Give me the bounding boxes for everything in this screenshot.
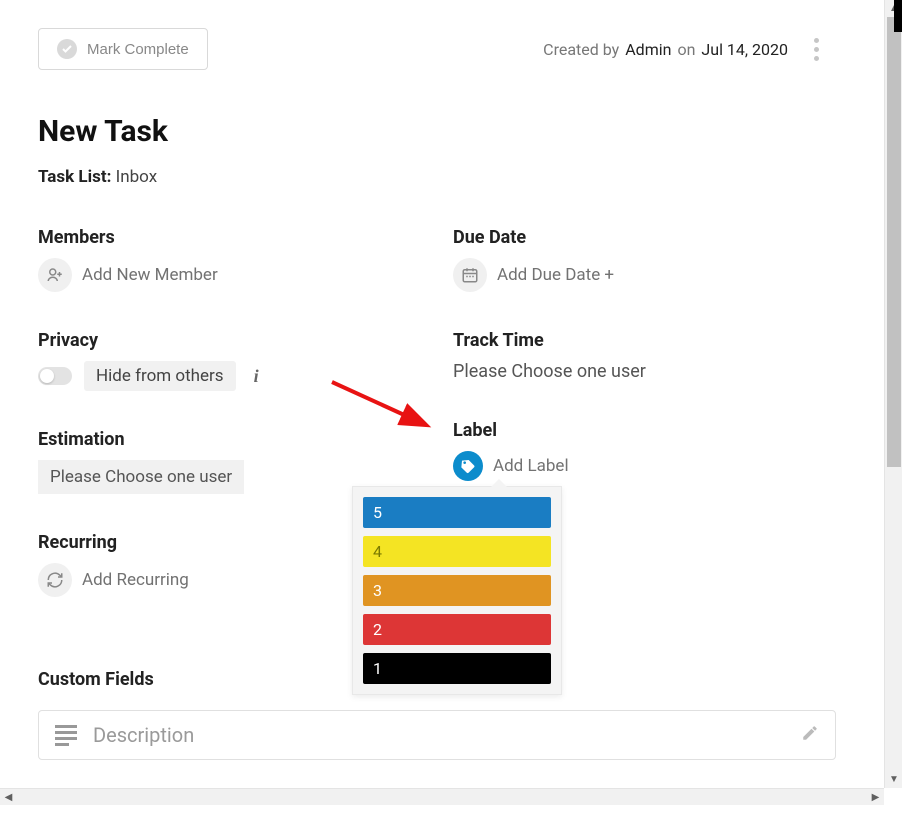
label-option[interactable]: 4 xyxy=(363,536,551,567)
label-dropdown: 5 4 3 2 1 xyxy=(352,486,562,695)
privacy-toggle[interactable] xyxy=(38,367,72,385)
members-label: Members xyxy=(38,227,413,248)
description-placeholder: Description xyxy=(93,723,785,747)
more-options-button[interactable] xyxy=(804,32,828,66)
label-option[interactable]: 3 xyxy=(363,575,551,606)
add-member-button[interactable]: Add New Member xyxy=(38,258,413,292)
horizontal-scrollbar[interactable]: ◀ ▶ xyxy=(0,788,884,805)
mark-complete-button[interactable]: Mark Complete xyxy=(38,28,208,70)
user-plus-icon xyxy=(38,258,72,292)
tag-icon xyxy=(453,451,483,481)
check-icon xyxy=(57,39,77,59)
scroll-down-icon[interactable]: ▼ xyxy=(885,771,902,788)
tracktime-label: Track Time xyxy=(453,330,828,351)
label-option[interactable]: 5 xyxy=(363,497,551,528)
task-title[interactable]: New Task xyxy=(38,114,828,149)
description-input[interactable]: Description xyxy=(38,710,836,760)
created-by-text: Created by Admin on Jul 14, 2020 xyxy=(543,40,788,59)
pencil-icon[interactable] xyxy=(801,724,819,746)
duedate-label: Due Date xyxy=(453,227,828,248)
created-by-user: Admin xyxy=(625,40,671,59)
hide-from-others-text: Hide from others xyxy=(84,361,236,391)
refresh-icon xyxy=(38,563,72,597)
text-align-icon xyxy=(55,725,77,746)
tasklist-value[interactable]: Inbox xyxy=(116,167,158,187)
mark-complete-label: Mark Complete xyxy=(87,41,189,58)
estimation-label: Estimation xyxy=(38,429,413,450)
scrollbar-thumb[interactable] xyxy=(887,17,901,467)
calendar-icon xyxy=(453,258,487,292)
label-option[interactable]: 1 xyxy=(363,653,551,684)
label-section-label: Label xyxy=(453,420,828,441)
add-duedate-button[interactable]: Add Due Date + xyxy=(453,258,828,292)
privacy-label: Privacy xyxy=(38,330,413,351)
label-option[interactable]: 2 xyxy=(363,614,551,645)
vertical-scrollbar[interactable]: ▲ ▼ xyxy=(884,0,902,788)
add-label-button[interactable]: Add Label xyxy=(453,451,828,481)
tracktime-text[interactable]: Please Choose one user xyxy=(453,361,828,382)
info-icon[interactable]: i xyxy=(254,366,259,387)
tasklist-row: Task List: Inbox xyxy=(38,167,828,187)
scroll-left-icon[interactable]: ◀ xyxy=(0,789,17,806)
created-by-date: Jul 14, 2020 xyxy=(701,40,788,59)
estimation-text[interactable]: Please Choose one user xyxy=(38,460,244,494)
scroll-right-icon[interactable]: ▶ xyxy=(867,789,884,806)
window-edge-decoration xyxy=(894,0,902,32)
